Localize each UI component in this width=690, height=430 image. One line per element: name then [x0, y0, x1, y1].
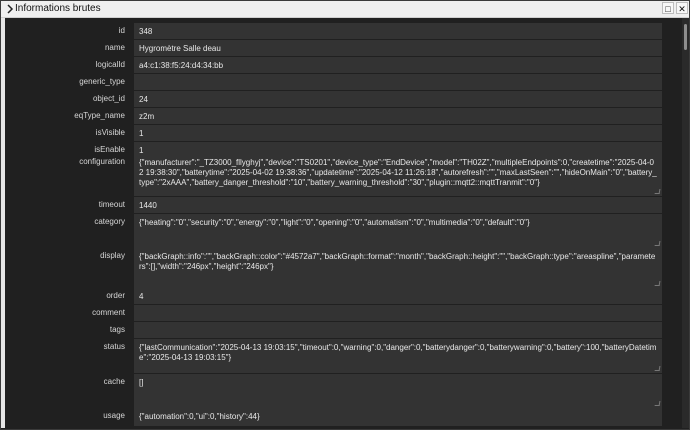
- field-value[interactable]: Hygromètre Salle deau: [134, 40, 662, 56]
- textarea-resize-handle[interactable]: [654, 189, 661, 194]
- field-row-object_id: object_id 24: [1, 91, 681, 107]
- field-row-tags: tags: [1, 322, 681, 338]
- field-label: comment: [92, 308, 125, 317]
- window-titlebar[interactable]: Informations brutes □ ✕: [1, 1, 689, 18]
- field-value[interactable]: 1440: [134, 197, 662, 213]
- field-row-order: order 4: [1, 288, 681, 304]
- field-label: category: [94, 217, 125, 226]
- raw-info-window: Informations brutes □ ✕ id 348 name Hygromè…: [0, 0, 690, 430]
- field-label: object_id: [92, 94, 125, 103]
- field-label: isVisible: [95, 128, 125, 137]
- field-value[interactable]: {"manufacturer":"_TZ3000_fllyghyj","devi…: [134, 154, 662, 196]
- chevron-right-icon-svg: [7, 4, 14, 14]
- field-label: cache: [103, 377, 125, 386]
- field-value[interactable]: [134, 305, 662, 321]
- field-row-cache: cache []: [1, 374, 681, 408]
- field-value[interactable]: {"lastCommunication":"2025-04-13 19:03:1…: [134, 339, 662, 373]
- field-value[interactable]: 24: [134, 91, 662, 107]
- window-title: Informations brutes: [15, 3, 101, 14]
- field-label: configuration: [79, 157, 125, 166]
- field-value[interactable]: 348: [134, 23, 662, 39]
- field-row-comment: comment: [1, 305, 681, 321]
- restore-icon[interactable]: □: [662, 2, 674, 14]
- chevron-right-icon: [6, 3, 14, 15]
- field-row-logicalId: logicalId a4:c1:38:f5:24:d4:34:bb: [1, 57, 681, 73]
- field-label: timeout: [98, 200, 125, 209]
- field-row-configuration: configuration {"manufacturer":"_TZ3000_fl…: [1, 154, 681, 196]
- textarea-resize-handle[interactable]: [654, 401, 661, 406]
- field-value[interactable]: {"automation":0,"ui":0,"history":44}: [134, 408, 662, 426]
- field-value[interactable]: 4: [134, 288, 662, 304]
- field-label: usage: [103, 411, 125, 420]
- scrollbar-thumb[interactable]: [684, 24, 687, 50]
- field-value[interactable]: z2m: [134, 108, 662, 124]
- field-row-id: id 348: [1, 23, 681, 39]
- close-icon[interactable]: ✕: [676, 2, 688, 14]
- field-row-status: status {"lastCommunication":"2025-04-13 1…: [1, 339, 681, 373]
- field-label: status: [103, 342, 125, 351]
- field-label: order: [106, 291, 125, 300]
- field-row-usage: usage {"automation":0,"ui":0,"history":44…: [1, 408, 681, 426]
- field-row-isVisible: isVisible 1: [1, 125, 681, 141]
- field-label: display: [100, 251, 125, 260]
- field-label: eqType_name: [74, 111, 125, 120]
- raw-info-content: id 348 name Hygromètre Salle deau logicalId a…: [1, 18, 689, 428]
- field-value[interactable]: [134, 322, 662, 338]
- field-value[interactable]: [134, 74, 662, 90]
- textarea-resize-handle[interactable]: [654, 281, 661, 286]
- field-row-eqType_name: eqType_name z2m: [1, 108, 681, 124]
- field-row-name: name Hygromètre Salle deau: [1, 40, 681, 56]
- field-label: generic_type: [79, 77, 125, 86]
- vertical-scrollbar[interactable]: [682, 18, 689, 428]
- textarea-resize-handle[interactable]: [654, 241, 661, 246]
- field-value[interactable]: {"backGraph::info":"","backGraph::color"…: [134, 248, 662, 288]
- field-row-display: display {"backGraph::info":"","backGraph:…: [1, 248, 681, 288]
- field-label: id: [118, 26, 125, 35]
- field-label: logicalId: [95, 60, 125, 69]
- field-row-timeout: timeout 1440: [1, 197, 681, 213]
- textarea-resize-handle[interactable]: [654, 366, 661, 371]
- field-value[interactable]: 1: [134, 125, 662, 141]
- field-row-category: category {"heating":"0","security":"0","e…: [1, 214, 681, 248]
- field-value[interactable]: a4:c1:38:f5:24:d4:34:bb: [134, 57, 662, 73]
- field-row-generic_type: generic_type: [1, 74, 681, 90]
- field-value[interactable]: {"heating":"0","security":"0","energy":"…: [134, 214, 662, 248]
- field-label: tags: [109, 325, 125, 334]
- field-value[interactable]: []: [134, 374, 662, 408]
- field-label: name: [104, 43, 125, 52]
